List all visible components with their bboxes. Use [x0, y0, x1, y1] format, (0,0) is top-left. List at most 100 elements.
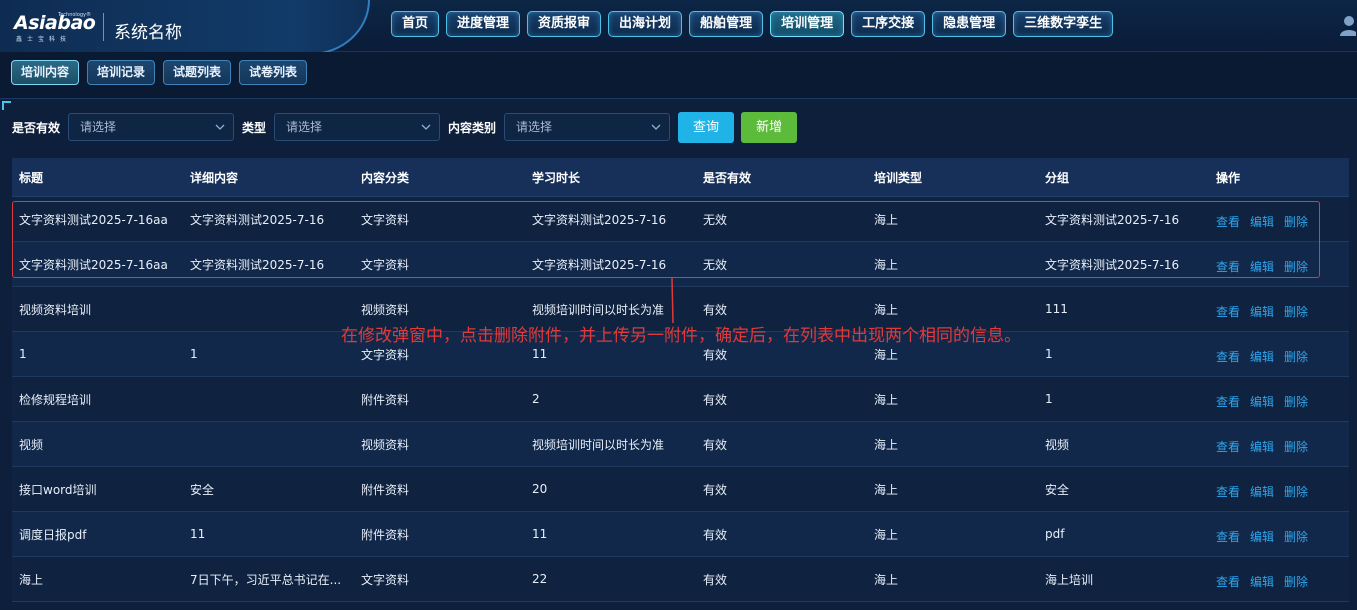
cell-training-type: 海上 — [874, 257, 899, 272]
edit-link[interactable]: 编辑 — [1250, 528, 1274, 545]
cell-duration: 20 — [532, 482, 548, 496]
cell-duration: 2 — [532, 392, 540, 406]
cell-group: 1 — [1045, 347, 1053, 361]
nav-qualification[interactable]: 资质报审 — [527, 11, 602, 37]
delete-link[interactable]: 删除 — [1284, 573, 1308, 590]
category-select-placeholder: 请选择 — [516, 120, 553, 134]
table-row: 视频 视频资料 视频培训时间以时长为准 有效 海上 视频 查看 编辑 删除 — [12, 422, 1349, 467]
cell-valid: 有效 — [703, 302, 728, 317]
tab-question-list[interactable]: 试题列表 — [163, 60, 232, 85]
delete-link[interactable]: 删除 — [1284, 528, 1308, 545]
delete-link[interactable]: 删除 — [1284, 258, 1308, 275]
nav-home[interactable]: 首页 — [391, 11, 440, 37]
row-actions: 查看 编辑 删除 — [1209, 479, 1349, 500]
cell-training-type: 海上 — [874, 347, 899, 362]
row-actions: 查看 编辑 删除 — [1209, 254, 1349, 275]
table-header: 标题 详细内容 内容分类 学习时长 是否有效 培训类型 分组 操作 — [12, 158, 1349, 197]
view-link[interactable]: 查看 — [1216, 258, 1240, 275]
valid-label: 是否有效 — [12, 120, 61, 135]
cell-title: 文字资料测试2025-7-16aa — [19, 257, 168, 272]
add-button[interactable]: 新增 — [741, 111, 798, 143]
tab-training-records[interactable]: 培训记录 — [87, 60, 156, 85]
cell-detail: 文字资料测试2025-7-16 — [190, 257, 325, 272]
view-link[interactable]: 查看 — [1216, 348, 1240, 365]
sub-tab-bar: 培训内容 培训记录 试题列表 试卷列表 — [0, 52, 1357, 98]
cell-detail: 文字资料测试2025-7-16 — [190, 212, 325, 227]
nav-sea-plan[interactable]: 出海计划 — [608, 11, 683, 37]
edit-link[interactable]: 编辑 — [1250, 573, 1274, 590]
delete-link[interactable]: 删除 — [1284, 303, 1308, 320]
cell-category: 文字资料 — [361, 572, 410, 587]
nav-hazard[interactable]: 隐患管理 — [932, 11, 1007, 37]
cell-title: 检修规程培训 — [19, 392, 92, 407]
cell-category: 视频资料 — [361, 437, 410, 452]
content-panel: 是否有效 请选择 类型 请选择 内容类别 请选择 查询 新增 标题 详细内容 内… — [0, 98, 1357, 610]
cell-training-type: 海上 — [874, 482, 899, 497]
main-nav: 首页 进度管理 资质报审 出海计划 船舶管理 培训管理 工序交接 隐患管理 三维… — [391, 11, 1114, 38]
cell-category: 附件资料 — [361, 392, 410, 407]
view-link[interactable]: 查看 — [1216, 393, 1240, 410]
edit-link[interactable]: 编辑 — [1250, 258, 1274, 275]
view-link[interactable]: 查看 — [1216, 573, 1240, 590]
cell-title: 视频 — [19, 437, 44, 452]
edit-link[interactable]: 编辑 — [1250, 483, 1274, 500]
header-category: 内容分类 — [361, 170, 410, 185]
type-select-placeholder: 请选择 — [286, 120, 323, 134]
data-table: 标题 详细内容 内容分类 学习时长 是否有效 培训类型 分组 操作 文字资料测试… — [12, 158, 1349, 602]
edit-link[interactable]: 编辑 — [1250, 303, 1274, 320]
edit-link[interactable]: 编辑 — [1250, 393, 1274, 410]
valid-select[interactable]: 请选择 — [68, 113, 235, 141]
edit-link[interactable]: 编辑 — [1250, 438, 1274, 455]
cell-group: 安全 — [1045, 482, 1070, 497]
filter-bar: 是否有效 请选择 类型 请选择 内容类别 请选择 查询 新增 — [12, 111, 804, 143]
tab-paper-list[interactable]: 试卷列表 — [239, 60, 308, 85]
row-actions: 查看 编辑 删除 — [1209, 524, 1349, 545]
nav-training[interactable]: 培训管理 — [770, 11, 845, 37]
nav-handover[interactable]: 工序交接 — [851, 11, 926, 37]
view-link[interactable]: 查看 — [1216, 303, 1240, 320]
row-actions: 查看 编辑 删除 — [1209, 299, 1349, 320]
category-select[interactable]: 请选择 — [504, 113, 671, 141]
logo-divider — [103, 13, 104, 41]
cell-detail: 安全 — [190, 482, 215, 497]
logo-chinese: 鑫士宝科技 — [16, 36, 72, 43]
logo-subtitle: Technology® — [58, 12, 92, 18]
cell-title: 视频资料培训 — [19, 302, 92, 317]
cell-title: 调度日报pdf — [19, 527, 87, 542]
delete-link[interactable]: 删除 — [1284, 393, 1308, 410]
cell-training-type: 海上 — [874, 527, 899, 542]
cell-group: 文字资料测试2025-7-16 — [1045, 212, 1180, 227]
query-button[interactable]: 查询 — [678, 111, 735, 143]
view-link[interactable]: 查看 — [1216, 528, 1240, 545]
edit-link[interactable]: 编辑 — [1250, 213, 1274, 230]
delete-link[interactable]: 删除 — [1284, 483, 1308, 500]
cell-group: 视频 — [1045, 437, 1070, 452]
view-link[interactable]: 查看 — [1216, 213, 1240, 230]
view-link[interactable]: 查看 — [1216, 483, 1240, 500]
table-row: 接口word培训 安全 附件资料 20 有效 海上 安全 查看 编辑 删除 — [12, 467, 1349, 512]
cell-valid: 有效 — [703, 347, 728, 362]
cell-title: 接口word培训 — [19, 482, 97, 497]
delete-link[interactable]: 删除 — [1284, 213, 1308, 230]
delete-link[interactable]: 删除 — [1284, 438, 1308, 455]
cell-duration: 文字资料测试2025-7-16 — [532, 212, 667, 227]
type-select[interactable]: 请选择 — [274, 113, 441, 141]
view-link[interactable]: 查看 — [1216, 438, 1240, 455]
nav-digital-twin[interactable]: 三维数字孪生 — [1013, 11, 1114, 37]
table-row: 文字资料测试2025-7-16aa 文字资料测试2025-7-16 文字资料 文字资料… — [12, 197, 1349, 242]
row-actions: 查看 编辑 删除 — [1209, 389, 1349, 410]
cell-valid: 有效 — [703, 572, 728, 587]
cell-title: 1 — [19, 347, 27, 361]
nav-progress[interactable]: 进度管理 — [446, 11, 521, 37]
row-actions: 查看 编辑 删除 — [1209, 434, 1349, 455]
cell-valid: 有效 — [703, 482, 728, 497]
user-icon[interactable] — [1338, 14, 1356, 36]
corner-decoration — [2, 101, 11, 110]
cell-category: 文字资料 — [361, 257, 410, 272]
delete-link[interactable]: 删除 — [1284, 348, 1308, 365]
cell-category: 文字资料 — [361, 212, 410, 227]
tab-training-content[interactable]: 培训内容 — [11, 60, 80, 85]
header-duration: 学习时长 — [532, 170, 581, 185]
edit-link[interactable]: 编辑 — [1250, 348, 1274, 365]
nav-ship[interactable]: 船舶管理 — [689, 11, 764, 37]
